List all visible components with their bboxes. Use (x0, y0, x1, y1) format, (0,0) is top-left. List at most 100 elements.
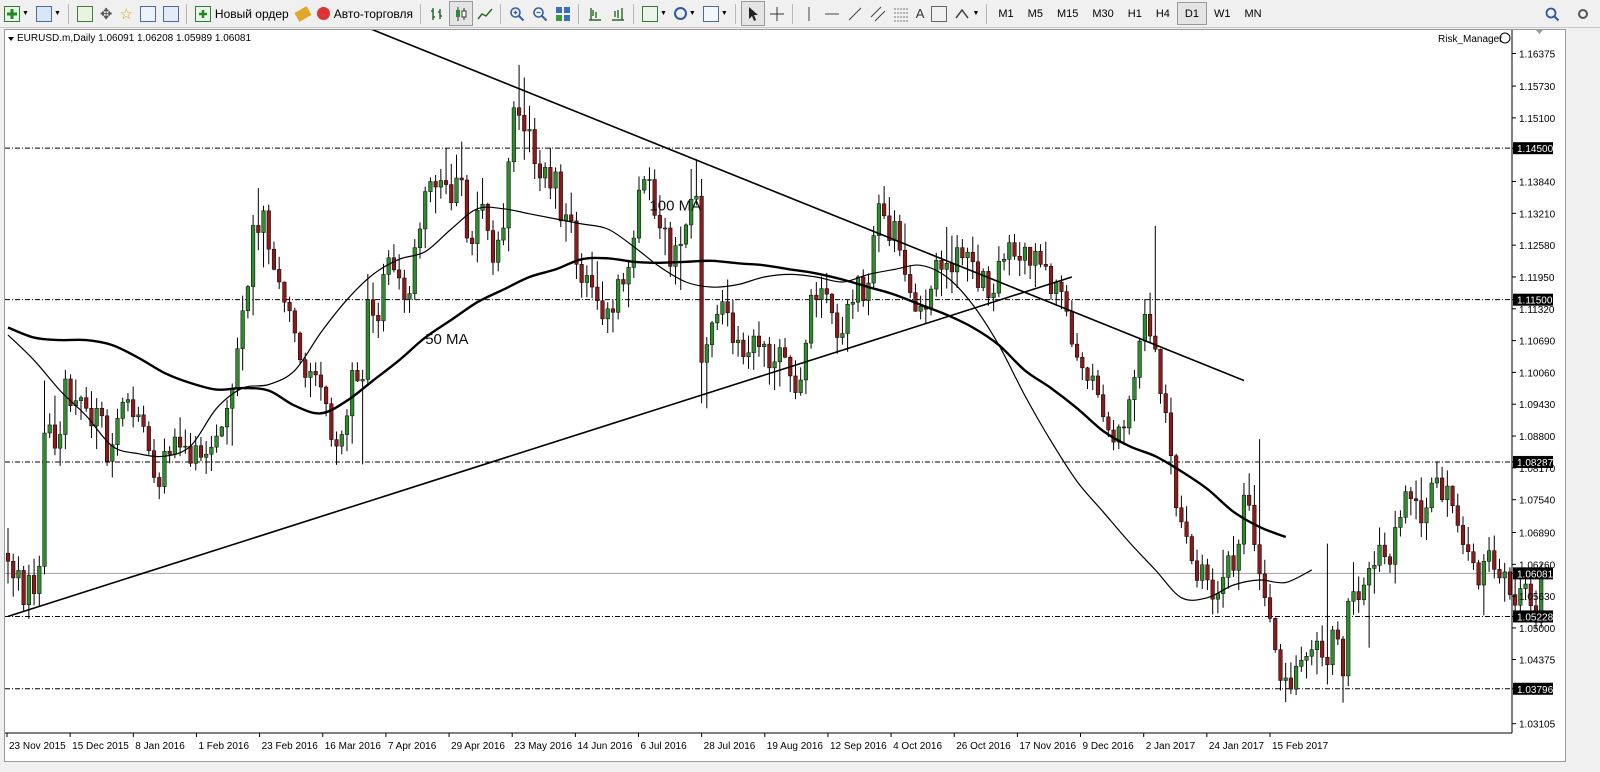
bar-chart-button[interactable] (426, 2, 448, 25)
candle-body (991, 292, 996, 298)
vertical-line-tool[interactable] (798, 2, 820, 25)
strategy-tester-button[interactable] (160, 2, 182, 25)
candle-body (1158, 348, 1163, 394)
candle-body (1085, 367, 1090, 381)
timeframe-d1[interactable]: D1 (1176, 2, 1207, 25)
zoom-out-button[interactable] (529, 2, 551, 25)
candle-body (94, 408, 99, 427)
candle-body (1231, 555, 1236, 571)
candle-body (1288, 677, 1293, 690)
indicators-button[interactable]: ▼ (639, 2, 670, 25)
candle-body (1445, 485, 1450, 500)
candle-body (459, 177, 464, 181)
chart-shift-button[interactable] (584, 2, 606, 25)
time-tick-label: 9 Dec 2016 (1083, 741, 1135, 752)
ma-50-line[interactable] (7, 206, 1313, 601)
crosshair-navigator-button[interactable]: ✥ (97, 2, 116, 25)
horizontal-line-tool[interactable] (821, 2, 843, 25)
fibonacci-icon (893, 8, 908, 21)
candle-body (501, 227, 506, 241)
chart-window[interactable]: 100 MA 50 MA 1.16375 1.15730 1.15100 1.14500… (4, 29, 1566, 762)
candle-body (1471, 551, 1476, 564)
candle-body (1137, 340, 1142, 378)
tile-windows-button[interactable] (552, 2, 574, 25)
candle-body (986, 271, 991, 298)
timeframe-h1[interactable]: H1 (1121, 3, 1149, 24)
candle-body (762, 343, 767, 347)
timeframe-h4[interactable]: H4 (1149, 3, 1177, 24)
candle-body (1179, 507, 1184, 523)
zoom-in-button[interactable] (506, 2, 528, 25)
favorites-button[interactable]: ☆ (116, 2, 135, 25)
candle-body (1429, 482, 1434, 509)
price-level-label: 1.06081 (1517, 569, 1554, 580)
timeframe-m1[interactable]: M1 (991, 3, 1020, 24)
timeframe-w1[interactable]: W1 (1207, 3, 1238, 24)
price-chart[interactable]: 100 MA 50 MA 1.16375 1.15730 1.15100 1.14500… (5, 30, 1565, 761)
candle-body (1398, 517, 1403, 528)
chart-menu-icon[interactable] (8, 37, 14, 41)
settings-button[interactable] (1572, 2, 1594, 25)
market-watch-button[interactable] (74, 2, 96, 25)
cursor-tool[interactable] (740, 1, 765, 26)
candle-body (433, 181, 438, 188)
candle-body (63, 378, 68, 435)
candle-body (610, 308, 615, 313)
candle-body (626, 267, 631, 285)
trendline[interactable] (7, 276, 1073, 618)
crosshair-tool[interactable] (766, 2, 788, 25)
candle-body (1262, 573, 1267, 598)
candle-body (146, 426, 151, 451)
zoom-out-icon (533, 6, 548, 21)
candle-body (1314, 640, 1320, 650)
templates-button[interactable]: ▼ (700, 2, 731, 25)
candlestick-chart-button[interactable] (448, 1, 473, 26)
search-button[interactable] (1541, 2, 1563, 25)
candle-body (1257, 544, 1262, 575)
auto-trading-button[interactable]: Авто-торговля (314, 2, 416, 25)
candle-body (855, 276, 861, 303)
timeframe-m15[interactable]: M15 (1050, 3, 1085, 24)
candle-body (120, 401, 125, 419)
profiles-button[interactable]: ▼ (33, 2, 64, 25)
terminal-button[interactable] (137, 2, 159, 25)
periods-button[interactable]: ▼ (671, 2, 699, 25)
trendline-tool[interactable] (844, 2, 866, 25)
time-tick-label: 12 Sep 2016 (830, 741, 887, 752)
price-tick-label: 1.15100 (1519, 114, 1556, 125)
candle-body (1283, 677, 1288, 681)
text-tool[interactable]: A (913, 2, 928, 25)
text-label-tool[interactable] (928, 2, 950, 25)
equidistant-channel-tool[interactable] (867, 2, 889, 25)
candle-body (845, 303, 850, 334)
time-tick-label: 23 Feb 2016 (262, 741, 319, 752)
candle-body (1142, 314, 1147, 342)
candle-body (683, 224, 689, 245)
new-order-button[interactable]: Новый ордер (192, 2, 292, 25)
indicators-icon (641, 5, 658, 22)
arrows-tool[interactable]: ▼ (951, 2, 982, 25)
candle-body (522, 115, 527, 132)
new-order-icon (194, 5, 211, 22)
timeframe-m30[interactable]: M30 (1085, 3, 1120, 24)
settings-icon (1578, 8, 1588, 19)
candle-body (376, 315, 381, 322)
fibonacci-tool[interactable] (890, 2, 912, 25)
time-tick-label: 17 Nov 2016 (1019, 741, 1076, 752)
candle-body (78, 397, 84, 401)
new-chart-button[interactable]: ▼ (1, 2, 32, 25)
chart-shift-marker-icon[interactable] (1536, 30, 1543, 34)
candle-body (230, 388, 235, 409)
candle-body (1054, 281, 1059, 294)
line-chart-button[interactable] (474, 2, 496, 25)
timeframe-mn[interactable]: MN (1237, 3, 1268, 24)
candle-body (1278, 649, 1283, 681)
timeframe-m5[interactable]: M5 (1021, 3, 1050, 24)
candle-body (365, 299, 370, 380)
auto-scroll-button[interactable] (607, 2, 629, 25)
candle-body (871, 235, 876, 284)
candle-body (1450, 485, 1455, 506)
candle-body (553, 171, 558, 189)
metaeditor-button[interactable] (293, 2, 313, 25)
candle-body (308, 371, 313, 378)
